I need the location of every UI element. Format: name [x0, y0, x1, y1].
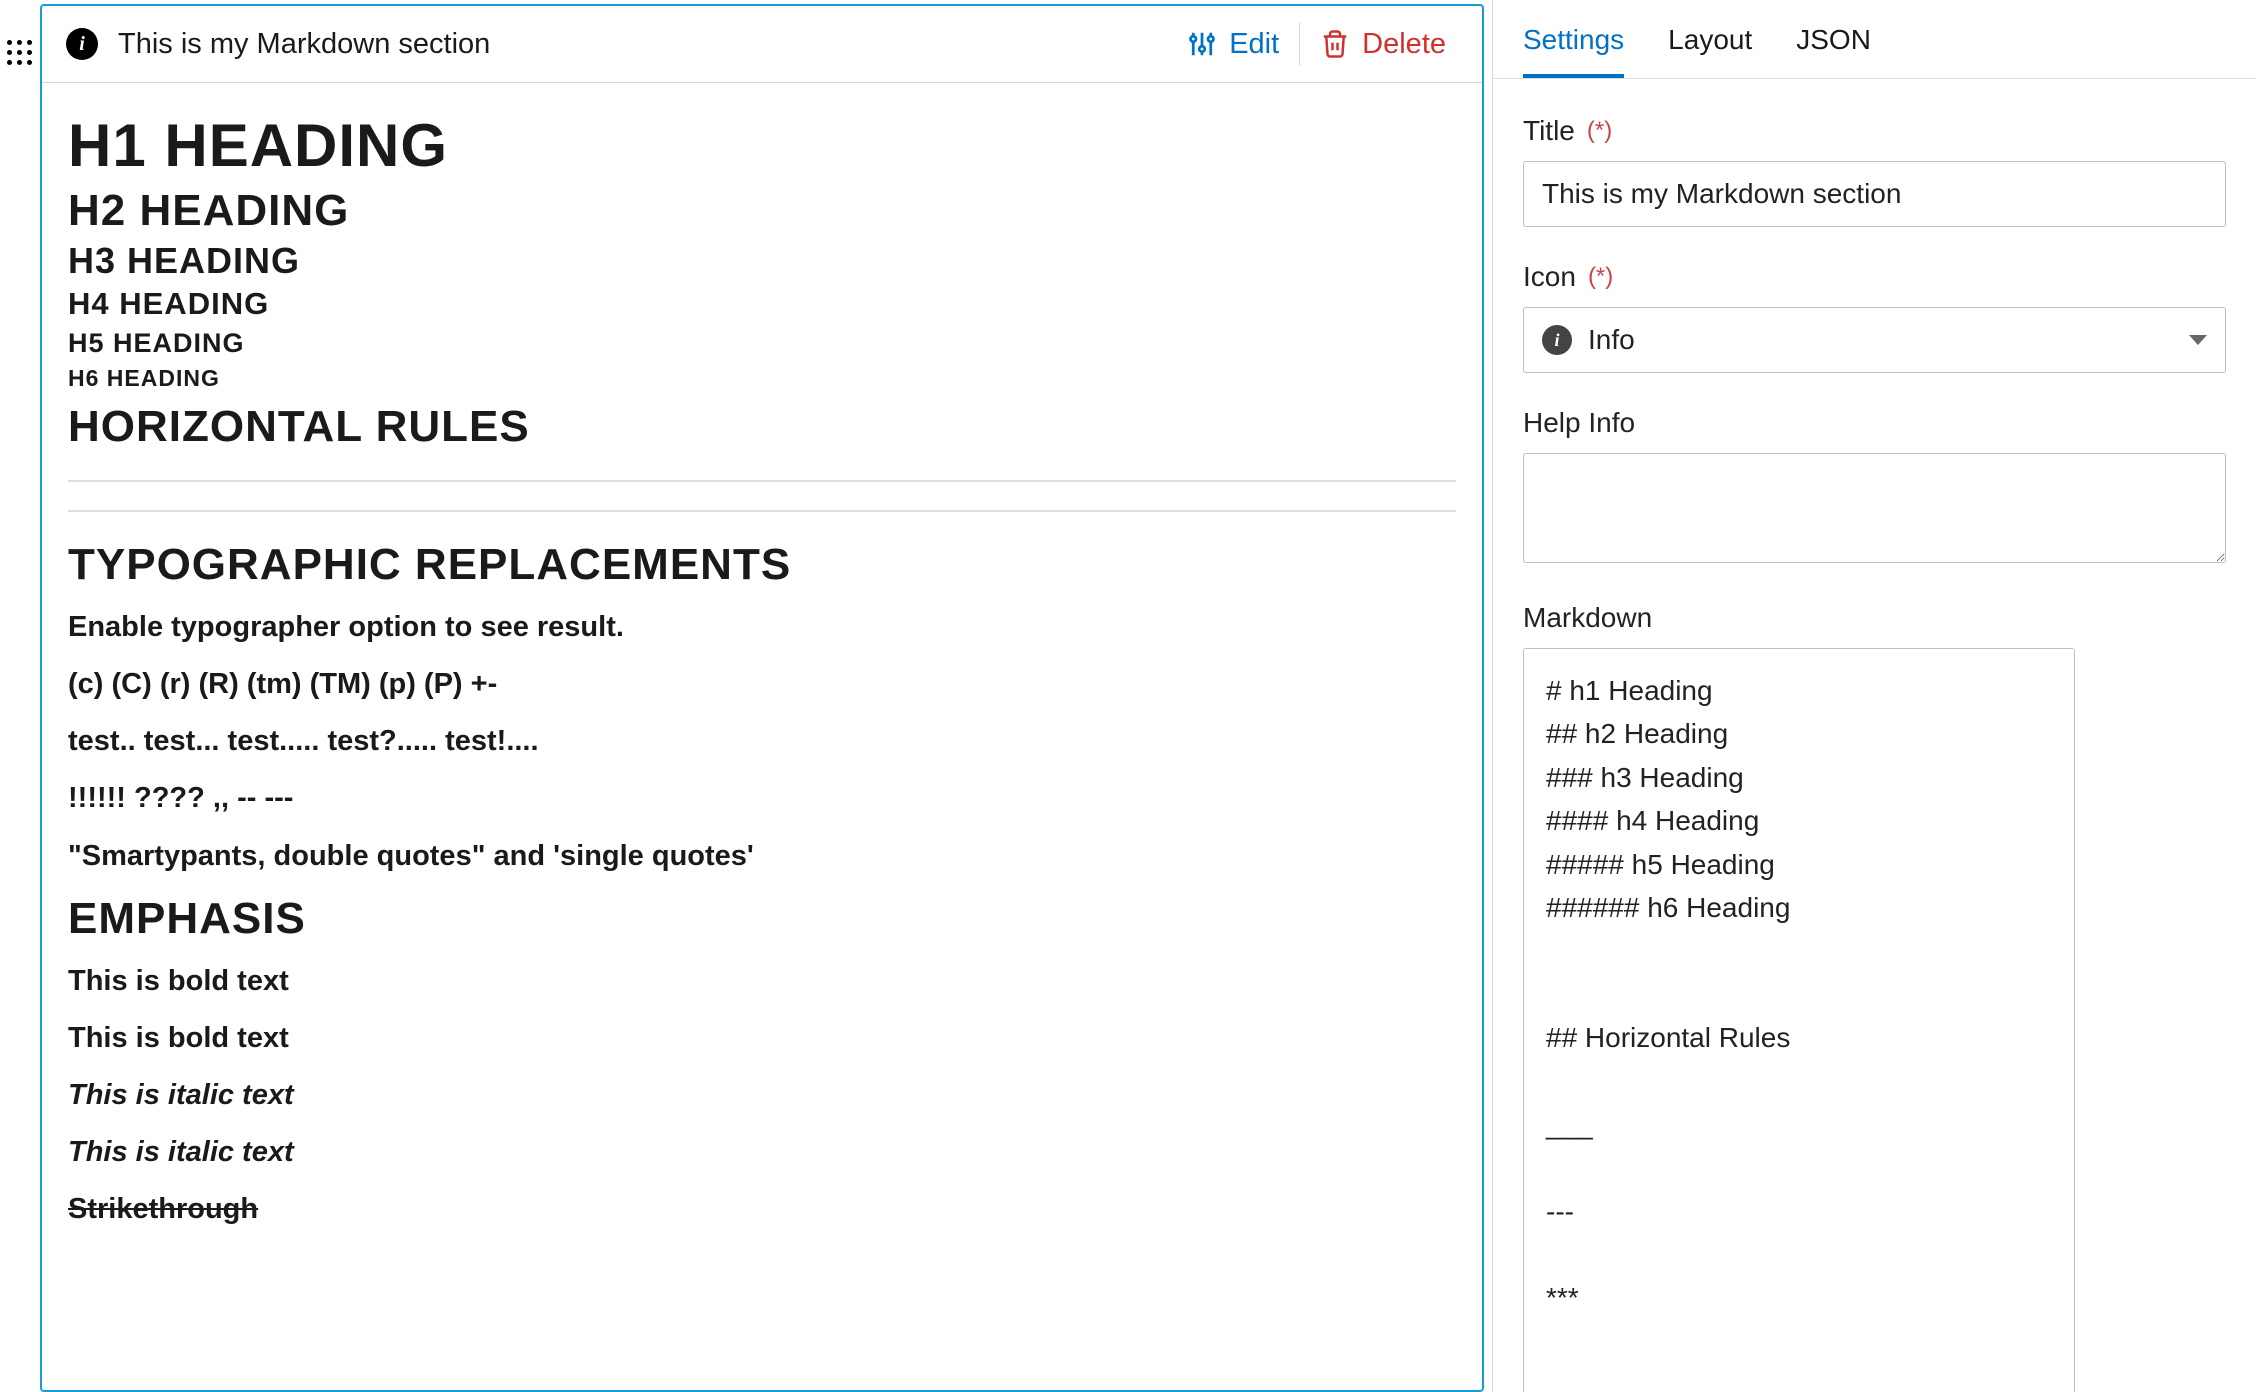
paragraph: (c) (C) (r) (R) (tm) (TM) (p) (P) +-: [68, 665, 1456, 704]
italic-text: This is italic text: [68, 1133, 1456, 1172]
heading-5: H5 HEADING: [68, 328, 1456, 359]
typographic-heading: TYPOGRAPHIC REPLACEMENTS: [68, 540, 1456, 590]
drag-handle[interactable]: [0, 0, 40, 1392]
hr: [68, 510, 1456, 512]
markdown-textarea[interactable]: [1523, 648, 2075, 1392]
sliders-icon: [1187, 29, 1217, 59]
info-icon: i: [66, 28, 98, 60]
delete-label: Delete: [1362, 28, 1446, 61]
helpinfo-textarea[interactable]: [1523, 453, 2226, 563]
strikethrough-text: Strikethrough: [68, 1190, 1456, 1229]
info-icon: i: [1542, 325, 1572, 355]
tab-json[interactable]: JSON: [1796, 24, 1871, 78]
paragraph: !!!!!! ???? ,, -- ---: [68, 779, 1456, 818]
icon-label: Icon: [1523, 261, 1576, 293]
divider: [1299, 22, 1300, 66]
emphasis-heading: EMPHASIS: [68, 894, 1456, 944]
heading-1: H1 HEADING: [68, 111, 1456, 180]
italic-text: This is italic text: [68, 1076, 1456, 1115]
icon-field: Icon (*) i Info: [1523, 261, 2226, 373]
markdown-preview-card: i This is my Markdown section Edit: [40, 4, 1484, 1392]
edit-label: Edit: [1229, 28, 1279, 61]
bold-text: This is bold text: [68, 1019, 1456, 1058]
card-title: This is my Markdown section: [118, 28, 1175, 61]
card-header: i This is my Markdown section Edit: [42, 6, 1482, 83]
required-marker: (*): [1587, 117, 1612, 145]
trash-icon: [1320, 29, 1350, 59]
paragraph: Enable typographer option to see result.: [68, 608, 1456, 647]
hr: [68, 480, 1456, 482]
sidebar-tabs: Settings Layout JSON: [1493, 0, 2256, 79]
required-marker: (*): [1588, 263, 1613, 291]
markdown-rendered: H1 HEADING H2 HEADING H3 HEADING H4 HEAD…: [42, 83, 1482, 1390]
chevron-down-icon: [2189, 335, 2207, 345]
tab-layout[interactable]: Layout: [1668, 24, 1752, 78]
icon-select-value: Info: [1588, 324, 1635, 356]
heading-4: H4 HEADING: [68, 286, 1456, 322]
delete-button[interactable]: Delete: [1308, 28, 1458, 61]
markdown-label: Markdown: [1523, 602, 1652, 634]
heading-6: H6 HEADING: [68, 365, 1456, 392]
markdown-field: Markdown: [1523, 602, 2226, 1392]
heading-3: H3 HEADING: [68, 240, 1456, 282]
heading-2: H2 HEADING: [68, 186, 1456, 236]
settings-form: Title (*) Icon (*) i Info: [1493, 79, 2256, 1392]
title-field: Title (*): [1523, 115, 2226, 227]
title-input[interactable]: [1523, 161, 2226, 227]
paragraph: "Smartypants, double quotes" and 'single…: [68, 837, 1456, 876]
edit-button[interactable]: Edit: [1175, 28, 1291, 61]
tab-settings[interactable]: Settings: [1523, 24, 1624, 78]
helpinfo-label: Help Info: [1523, 407, 1635, 439]
helpinfo-field: Help Info: [1523, 407, 2226, 568]
paragraph: test.. test... test..... test?..... test…: [68, 722, 1456, 761]
icon-select[interactable]: i Info: [1523, 307, 2226, 373]
settings-sidebar: Settings Layout JSON Title (*) Icon (*): [1492, 0, 2256, 1392]
title-label: Title: [1523, 115, 1575, 147]
bold-text: This is bold text: [68, 962, 1456, 1001]
horizontal-rules-heading: HORIZONTAL RULES: [68, 402, 1456, 452]
grip-icon: [7, 40, 33, 66]
